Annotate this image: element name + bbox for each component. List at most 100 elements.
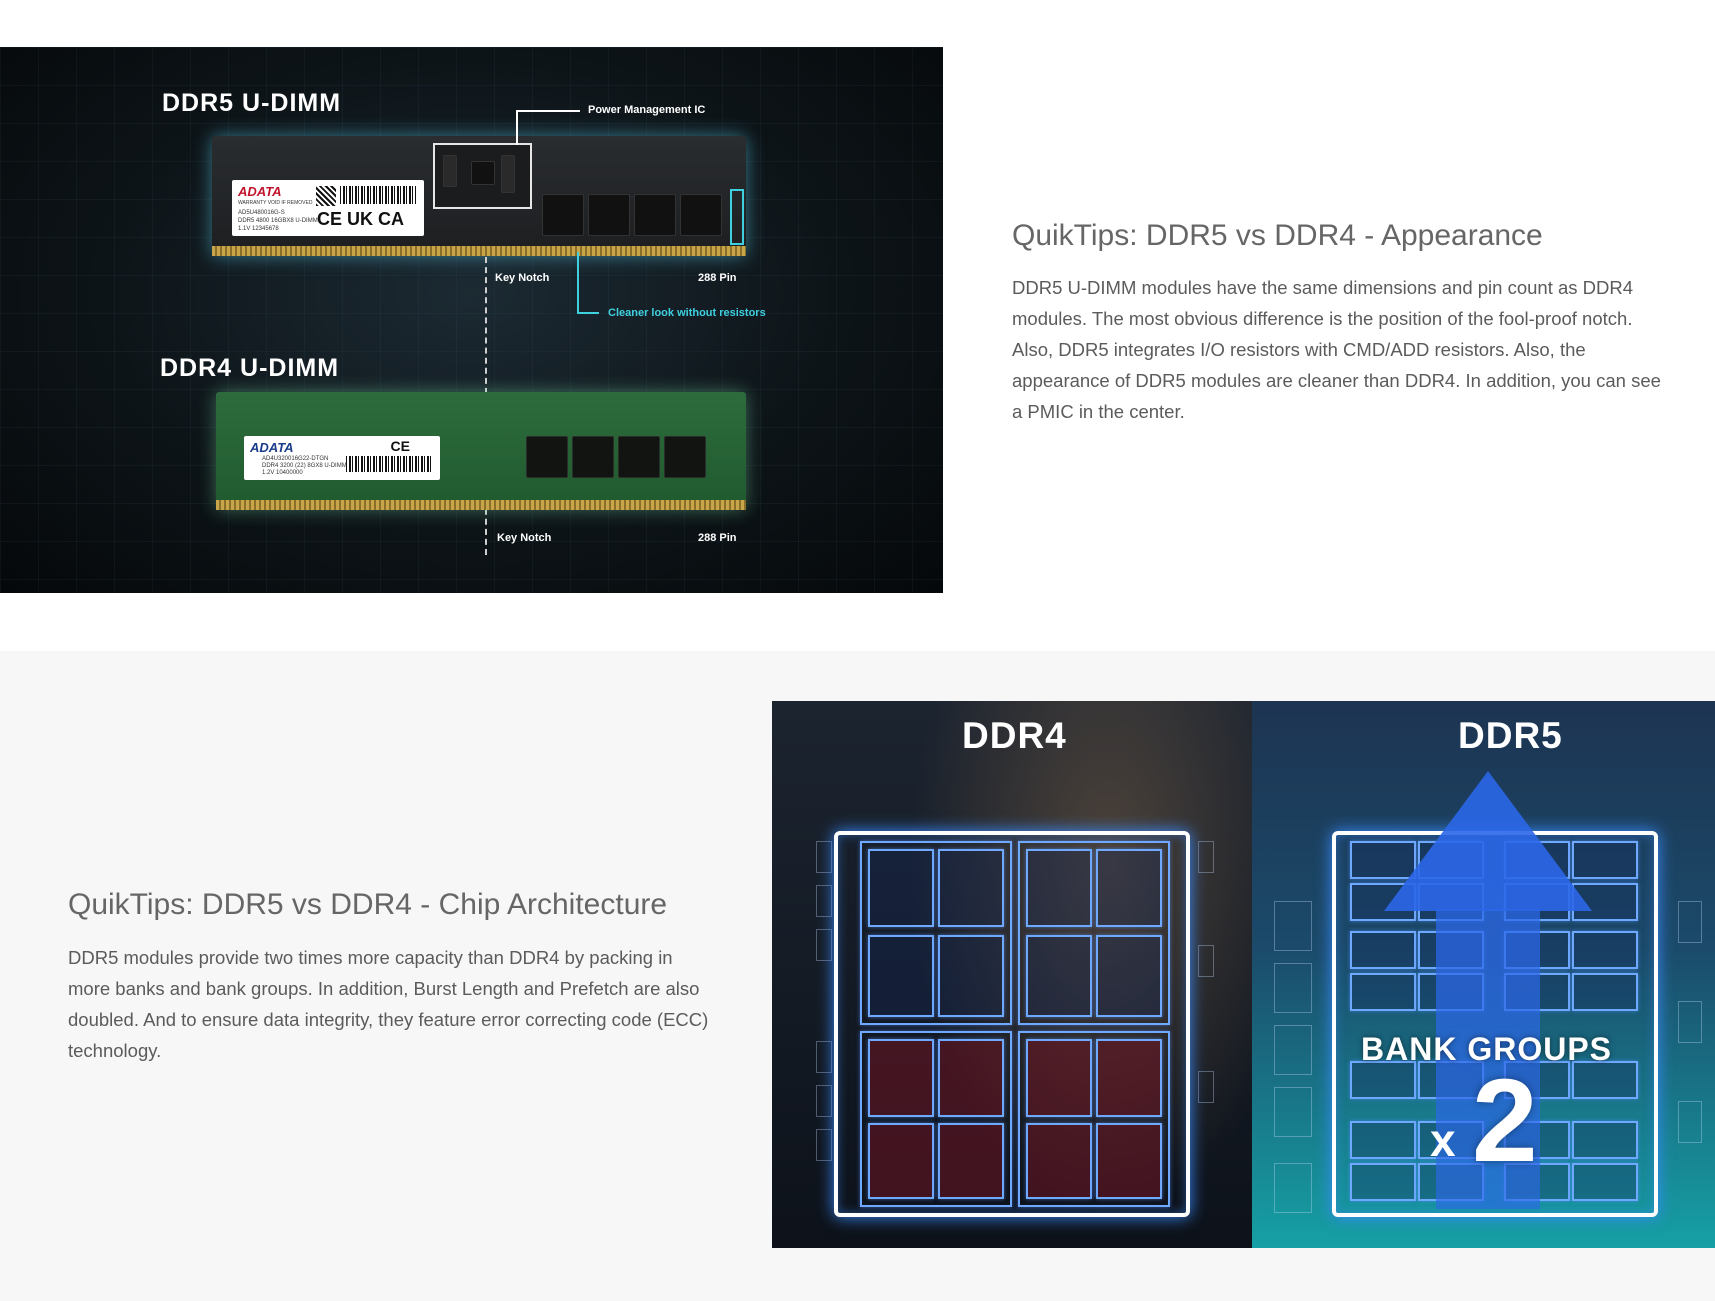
ddr4-bank (868, 1039, 934, 1117)
ddr4-udimm-title: DDR4 U-DIMM (160, 354, 340, 382)
dimm-comparison-image: DDR5 U-DIMM ADATA WARRANTY VOID IF REMOV… (0, 47, 943, 593)
side-chip-outline (1274, 1087, 1312, 1137)
appearance-title: QuikTips: DDR5 vs DDR4 - Appearance (1012, 219, 1543, 252)
chip-architecture-description: DDR5 modules provide two times more capa… (68, 947, 709, 1061)
ddr4-bank (1096, 1039, 1162, 1117)
ddr4-bank (1026, 935, 1092, 1017)
side-chip-outline (1198, 945, 1214, 977)
side-chip-outline (1678, 1001, 1702, 1043)
memory-chip (664, 436, 706, 478)
ddr4-label-sticker: ADATA AD4U320016G22-DTGN DDR4 3200 (22) … (244, 436, 440, 480)
ddr4-pin-count-label: 288 Pin (698, 532, 737, 544)
pmic-highlight (433, 143, 532, 209)
ddr5-bank (1350, 1121, 1416, 1159)
pmic-chip (471, 161, 495, 185)
ddr5-bank (1350, 1163, 1416, 1201)
chip-architecture-image: DDR4 DDR5 BANK GROUPS x 2 (772, 701, 1715, 1248)
ddr4-bank (938, 1123, 1004, 1199)
ddr5-label: DDR5 (1458, 715, 1563, 756)
side-chip-outline (1198, 841, 1214, 873)
ddr4-bank (1096, 849, 1162, 927)
memory-chip (572, 436, 614, 478)
ddr5-label-line: 1.1V 12345678 (238, 226, 279, 232)
ddr4-module: ADATA AD4U320016G22-DTGN DDR4 3200 (22) … (216, 392, 746, 510)
ddr4-bank (938, 935, 1004, 1017)
certification-marks: CE UK CA (316, 209, 404, 229)
memory-chip (618, 436, 660, 478)
pmic-component (443, 155, 457, 187)
multiplier-value: 2 (1472, 1055, 1538, 1187)
ddr5-label-line: DDR5 4800 16GBX8 U-DIMM (238, 218, 318, 224)
ddr5-label-line: WARRANTY VOID IF REMOVED (238, 200, 313, 206)
ddr4-bank (1026, 849, 1092, 927)
resistor-area-highlight (730, 189, 744, 245)
adata-logo: ADATA (250, 440, 294, 455)
side-chip-outline (1678, 901, 1702, 943)
resistor-callout-line (577, 252, 579, 314)
ddr4-bank (938, 1039, 1004, 1117)
ddr5-bank (1350, 931, 1416, 969)
ddr5-gold-pins (212, 246, 746, 256)
ddr5-bank (1572, 1121, 1638, 1159)
adata-logo: ADATA (238, 184, 282, 199)
arrow-up-icon (1384, 771, 1592, 911)
appearance-section: DDR5 U-DIMM ADATA WARRANTY VOID IF REMOV… (0, 0, 1715, 651)
side-chip-outline (1274, 1025, 1312, 1075)
ddr4-bank (868, 935, 934, 1017)
ddr4-label-line: 1.2V 10400000 (262, 470, 303, 476)
ddr5-bank (1572, 931, 1638, 969)
ddr4-bank (1026, 1039, 1092, 1117)
side-chip-outline (1678, 1101, 1702, 1143)
pmic-callout-label: Power Management IC (588, 104, 706, 116)
ddr4-label-line: DDR4 3200 (22) 8GX8 U-DIMM (262, 463, 347, 469)
side-chip-outline (1198, 1071, 1214, 1103)
barcode-icon (340, 186, 416, 204)
memory-chip (680, 194, 722, 236)
ddr5-module: ADATA WARRANTY VOID IF REMOVED AD5U48001… (212, 136, 746, 256)
memory-chip (588, 194, 630, 236)
resistor-callout-line (577, 312, 599, 314)
barcode-icon (346, 456, 432, 472)
side-chip-outline (816, 841, 832, 873)
ddr4-label: DDR4 (962, 715, 1067, 756)
side-chip-outline (816, 929, 832, 961)
side-chip-outline (1274, 901, 1312, 951)
ddr4-bank (938, 849, 1004, 927)
ddr4-bank (1096, 935, 1162, 1017)
ddr4-bank (1096, 1123, 1162, 1199)
ddr4-key-notch-label: Key Notch (497, 532, 552, 544)
side-chip-outline (1274, 963, 1312, 1013)
multiplier-x-label: x (1430, 1114, 1456, 1166)
pmic-component (501, 155, 515, 193)
memory-chip (526, 436, 568, 478)
resistor-callout-label: Cleaner look without resistors (608, 307, 766, 319)
ddr5-udimm-title: DDR5 U-DIMM (162, 89, 342, 117)
ddr4-bank (868, 849, 934, 927)
ddr5-pin-count-label: 288 Pin (698, 272, 737, 284)
side-chip-outline (816, 1041, 832, 1073)
pmic-callout-line (516, 110, 518, 145)
chip-architecture-title: QuikTips: DDR5 vs DDR4 - Chip Architectu… (68, 888, 668, 921)
pmic-callout-line (516, 110, 580, 112)
ddr5-label-line: AD5U480016G-S (238, 210, 285, 216)
ddr4-bank (1026, 1123, 1092, 1199)
side-chip-outline (816, 1129, 832, 1161)
ddr4-bank-frame (834, 831, 1190, 1217)
ddr4-label-line: AD4U320016G22-DTGN (262, 456, 329, 462)
ddr5-label-sticker: ADATA WARRANTY VOID IF REMOVED AD5U48001… (232, 180, 424, 236)
ddr5-bank (1572, 973, 1638, 1011)
certification-marks: CE (390, 438, 410, 454)
ddr4-gold-pins (216, 500, 746, 510)
ddr5-bank (1350, 973, 1416, 1011)
appearance-description: DDR5 U-DIMM modules have the same dimens… (1012, 277, 1661, 422)
ddr5-bank (1572, 1163, 1638, 1201)
qr-code-icon (316, 186, 336, 206)
circuit-background (0, 47, 943, 593)
ddr5-key-notch-label: Key Notch (495, 272, 550, 284)
ddr4-bank (868, 1123, 934, 1199)
memory-chip (634, 194, 676, 236)
side-chip-outline (816, 1085, 832, 1117)
side-chip-outline (816, 885, 832, 917)
side-chip-outline (1274, 1163, 1312, 1213)
memory-chip (542, 194, 584, 236)
